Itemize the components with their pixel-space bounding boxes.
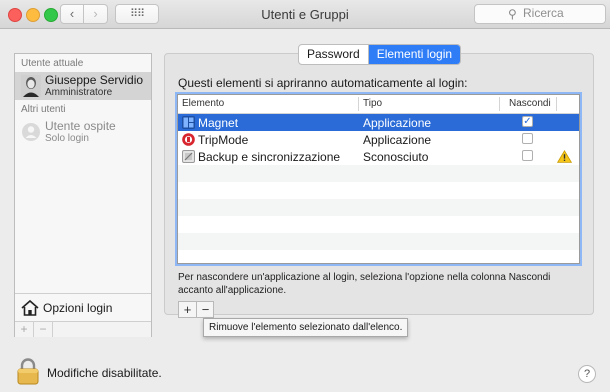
login-options-button[interactable]: Opzioni login: [15, 293, 151, 322]
hide-checkbox[interactable]: [522, 150, 533, 161]
add-user-button[interactable]: +: [15, 322, 34, 337]
login-items-table[interactable]: Elemento Tipo Nascondi Magnet Applicazio…: [177, 94, 580, 264]
remove-login-item-button[interactable]: −: [197, 302, 214, 317]
empty-row: [178, 182, 579, 199]
lock-status-text: Modifiche disabilitate.: [47, 366, 162, 380]
other-users-header: Altri utenti: [21, 104, 66, 115]
user-item-guest[interactable]: Utente ospite Solo login: [15, 118, 151, 146]
current-user-name: Giuseppe Servidio: [45, 73, 144, 87]
user-add-remove-bar: + −: [15, 321, 151, 337]
user-item-current[interactable]: Giuseppe Servidio Amministratore: [15, 72, 151, 100]
add-login-item-button[interactable]: +: [179, 302, 197, 317]
search-field[interactable]: ⚲: [474, 4, 606, 24]
search-input[interactable]: [523, 6, 603, 20]
tab-bar: Password Elementi login: [298, 44, 462, 65]
table-header: Elemento Tipo Nascondi: [178, 95, 579, 114]
hide-checkbox[interactable]: ✓: [522, 116, 533, 127]
checkmark-icon: ✓: [523, 116, 532, 127]
row-item-name: TripMode: [198, 133, 249, 147]
login-items-add-remove: + −: [178, 301, 214, 318]
hide-instructions: Per nascondere un'applicazione al login,…: [178, 272, 551, 296]
guest-avatar-icon: [22, 123, 40, 141]
tab-password[interactable]: Password: [299, 45, 369, 64]
column-header-hide[interactable]: Nascondi: [509, 98, 551, 109]
login-items-heading: Questi elementi si apriranno automaticam…: [178, 76, 468, 90]
column-header-item[interactable]: Elemento: [182, 98, 224, 109]
help-button[interactable]: ?: [578, 365, 596, 383]
remove-user-button[interactable]: −: [34, 322, 53, 337]
row-item-name: Magnet: [198, 116, 239, 130]
table-row[interactable]: TripMode Applicazione: [178, 131, 579, 148]
guest-user-name: Utente ospite: [45, 119, 116, 133]
magnet-app-icon: [182, 116, 195, 129]
empty-row: [178, 216, 579, 233]
users-sidebar: Utente attuale Giuseppe Servidio Amminis…: [14, 53, 152, 337]
generic-app-icon: [182, 150, 195, 163]
user-avatar: [21, 75, 41, 97]
tab-login-items[interactable]: Elementi login: [368, 45, 461, 64]
empty-row: [178, 250, 579, 263]
hide-checkbox[interactable]: [522, 133, 533, 144]
remove-tooltip: Rimuove l'elemento selezionato dall'elen…: [203, 318, 409, 337]
empty-row: [178, 165, 579, 182]
house-icon: [21, 299, 39, 316]
current-user-role: Amministratore: [45, 87, 113, 98]
title-bar: ‹ › ⠿⠿ Utenti e Gruppi ⚲: [0, 0, 610, 29]
table-row[interactable]: Backup e sincronizzazione Sconosciuto: [178, 148, 579, 165]
row-item-type: Applicazione: [363, 133, 432, 147]
login-options-label: Opzioni login: [43, 301, 113, 315]
row-item-name: Backup e sincronizzazione: [198, 150, 341, 164]
lock-icon[interactable]: [16, 357, 40, 385]
current-user-header: Utente attuale: [21, 58, 84, 69]
row-item-type: Sconosciuto: [363, 150, 429, 164]
empty-row: [178, 233, 579, 250]
tripmode-app-icon: [182, 133, 195, 146]
row-item-type: Applicazione: [363, 116, 432, 130]
empty-row: [178, 199, 579, 216]
search-icon: ⚲: [508, 7, 517, 21]
column-header-type[interactable]: Tipo: [363, 98, 382, 109]
guest-user-role: Solo login: [45, 133, 89, 144]
warning-icon: [557, 150, 572, 163]
table-row[interactable]: Magnet Applicazione ✓: [178, 114, 579, 131]
